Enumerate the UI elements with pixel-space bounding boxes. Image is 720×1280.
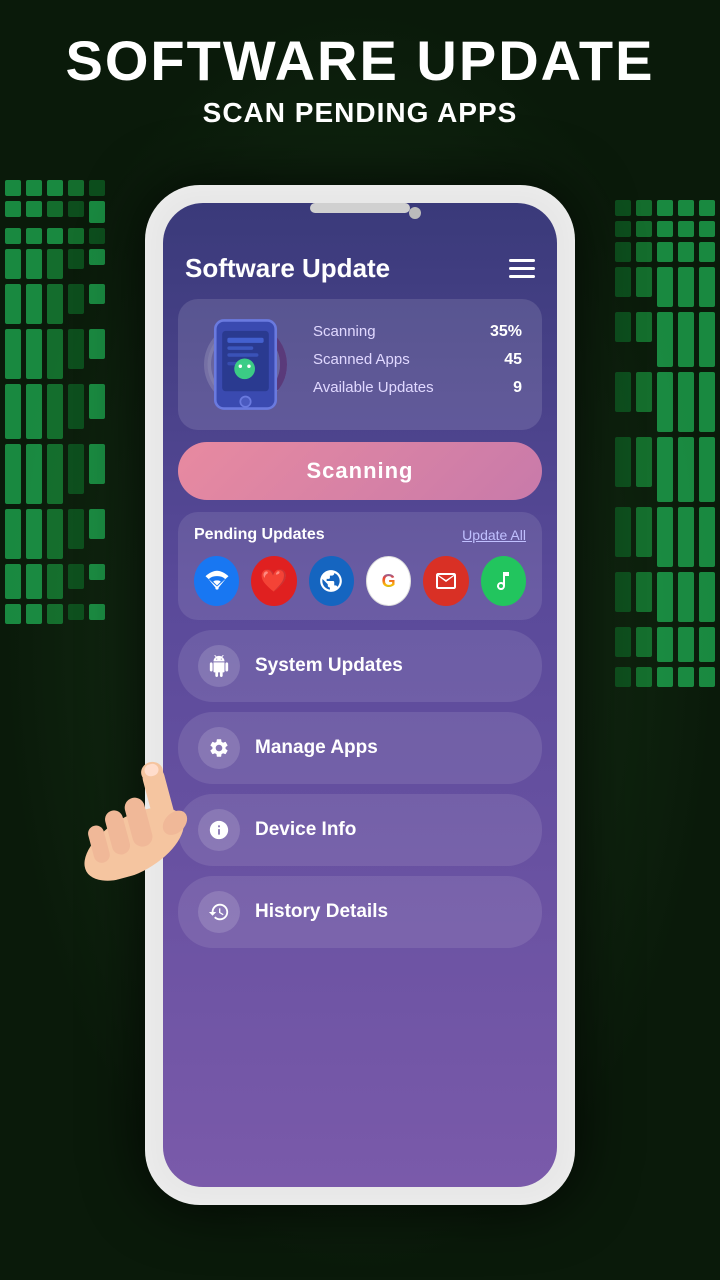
android-icon (208, 655, 230, 677)
top-header: SOFTWARE UPDATE SCAN PENDING APPS (0, 30, 720, 129)
manage-apps-item[interactable]: Manage Apps (178, 712, 542, 784)
app-icon-wifi[interactable] (194, 556, 239, 606)
hamburger-menu-button[interactable] (509, 259, 535, 278)
scan-content: Scanning 35% Scanned Apps 45 Available U… (198, 317, 522, 412)
scan-progress-circle (198, 317, 293, 412)
phone-container: Software Update (145, 185, 575, 1205)
scanned-apps-stat-row: Scanned Apps 45 (313, 351, 522, 369)
phone-camera (409, 207, 421, 219)
scanning-label: Scanning (313, 323, 376, 340)
app-icon-gmail[interactable] (423, 556, 468, 606)
pending-updates-title: Pending Updates (194, 526, 325, 544)
phone-scan-icon (198, 317, 293, 412)
system-updates-item[interactable]: System Updates (178, 630, 542, 702)
history-icon (208, 901, 230, 923)
app-icon-browser[interactable] (309, 556, 354, 606)
device-icon (198, 317, 293, 412)
history-details-label: History Details (255, 901, 388, 923)
manage-apps-label: Manage Apps (255, 737, 378, 759)
update-all-button[interactable]: Update All (462, 527, 526, 543)
scan-button-container: Scanning (178, 442, 542, 500)
bg-grid-right (615, 200, 715, 687)
sub-title: SCAN PENDING APPS (0, 97, 720, 129)
scanned-apps-value: 45 (504, 351, 522, 369)
app-icon-health[interactable]: ❤️ (251, 556, 296, 606)
scanning-stat-row: Scanning 35% (313, 323, 522, 341)
scan-stats: Scanning 35% Scanned Apps 45 Available U… (313, 323, 522, 407)
scanned-apps-label: Scanned Apps (313, 351, 410, 368)
scanning-value: 35% (490, 323, 522, 341)
main-title: SOFTWARE UPDATE (0, 30, 720, 92)
device-info-label: Device Info (255, 819, 356, 841)
phone-frame: Software Update (145, 185, 575, 1205)
history-details-item[interactable]: History Details (178, 876, 542, 948)
system-updates-icon-circle (198, 645, 240, 687)
pending-updates-section: Pending Updates Update All ❤️ (178, 512, 542, 620)
menu-line-1 (509, 259, 535, 262)
app-header: Software Update (163, 203, 557, 299)
system-updates-label: System Updates (255, 655, 403, 677)
phone-notch (310, 203, 410, 213)
available-updates-label: Available Updates (313, 379, 434, 396)
app-title: Software Update (185, 253, 390, 284)
pending-updates-header: Pending Updates Update All (194, 526, 526, 544)
available-updates-stat-row: Available Updates 9 (313, 379, 522, 397)
app-icons-row: ❤️ G (194, 556, 526, 606)
menu-line-2 (509, 267, 535, 270)
phone-screen: Software Update (163, 203, 557, 1187)
available-updates-value: 9 (513, 379, 522, 397)
scanning-button[interactable]: Scanning (178, 442, 542, 500)
scan-card: Scanning 35% Scanned Apps 45 Available U… (178, 299, 542, 430)
history-details-icon-circle (198, 891, 240, 933)
bg-grid-left (5, 180, 105, 624)
menu-line-3 (509, 275, 535, 278)
app-icon-google[interactable]: G (366, 556, 411, 606)
app-icon-music[interactable] (481, 556, 526, 606)
